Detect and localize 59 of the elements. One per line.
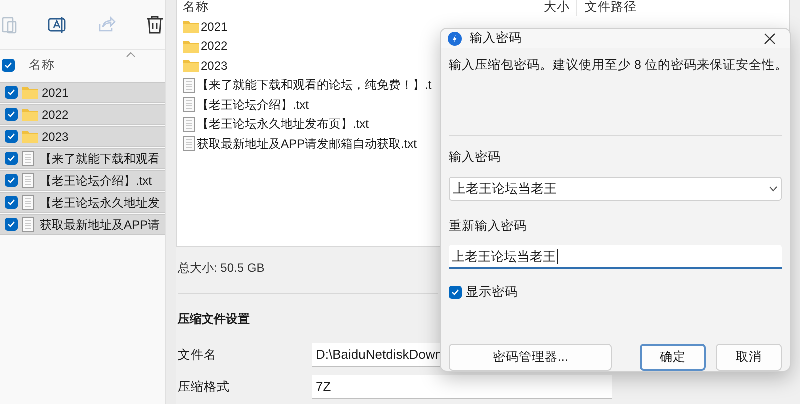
checkbox[interactable] [5, 108, 18, 121]
close-icon[interactable] [764, 32, 776, 44]
checkbox-label: 显示密码 [466, 284, 518, 302]
checkbox[interactable] [2, 58, 15, 72]
field-label: 文件名 [178, 346, 218, 364]
file-row[interactable]: 【来了就能下载和观看 [0, 148, 165, 169]
document-icon [22, 173, 34, 188]
column-header[interactable]: 文件路径 [577, 0, 637, 16]
file-row[interactable]: 【老王论坛永久地址发 [0, 192, 165, 213]
column-header[interactable]: 大小 [521, 0, 577, 16]
total-size-label: 总大小: 50.5 GB [178, 260, 265, 277]
dialog-button[interactable]: 确定 [640, 344, 706, 371]
document-icon [183, 78, 195, 93]
password-dropdown[interactable]: 上老王论坛当老王 [449, 176, 782, 200]
trash-icon[interactable] [146, 14, 164, 34]
folder-icon [22, 108, 38, 121]
checkbox[interactable] [5, 174, 18, 187]
document-icon [22, 195, 34, 210]
column-header[interactable]: 名称 [177, 0, 521, 16]
folder-icon [22, 86, 38, 99]
app-icon [448, 32, 462, 46]
file-row[interactable]: 2021 [0, 82, 165, 103]
file-row[interactable]: 获取最新地址及APP请 [0, 214, 165, 235]
password-manager-button[interactable]: 密码管理器... [449, 344, 612, 371]
checkbox[interactable] [5, 218, 18, 231]
file-row[interactable]: 【老王论坛介绍】.txt [0, 170, 165, 191]
document-icon [183, 116, 195, 132]
document-icon [22, 151, 34, 166]
dialog-title: 输入密码 [470, 30, 523, 48]
checkbox[interactable] [5, 152, 18, 165]
checkbox[interactable] [5, 196, 18, 209]
checkbox[interactable] [449, 286, 462, 300]
dialog-button[interactable]: 取消 [716, 344, 782, 371]
file-row[interactable]: 【来了就能下载和观看的论坛，纯免费！】.t [177, 76, 521, 94]
file-row[interactable]: 2022 [0, 104, 165, 125]
text-field[interactable]: 7Z [312, 375, 612, 399]
dialog-description: 输入压缩包密码。建议使用至少 8 位的密码来保证安全性。 [449, 57, 782, 74]
document-icon [22, 217, 34, 232]
clipboard-icon[interactable] [2, 14, 18, 34]
field-label: 重新输入密码 [449, 218, 528, 234]
column-header[interactable]: 名称 [29, 56, 55, 74]
document-icon [183, 136, 195, 152]
rename-icon[interactable] [48, 14, 68, 34]
section-title: 压缩文件设置 [178, 311, 250, 328]
checkbox[interactable] [5, 86, 18, 99]
password-input[interactable]: 上老王论坛当老王 [449, 245, 782, 270]
chevron-down-icon [769, 186, 778, 192]
field-label: 输入密码 [449, 148, 502, 166]
sort-caret-icon [126, 52, 136, 58]
folder-icon [183, 20, 199, 34]
file-row[interactable]: 【老王论坛永久地址发布页】.txt [177, 115, 521, 134]
folder-icon [183, 59, 199, 72]
checkbox[interactable] [5, 130, 18, 143]
file-row[interactable]: 【老王论坛介绍】.txt [177, 96, 521, 114]
document-icon [183, 97, 195, 112]
folder-icon [183, 40, 199, 53]
file-row[interactable]: 2023 [0, 126, 165, 147]
field-label: 压缩格式 [178, 378, 231, 396]
folder-icon [22, 130, 38, 143]
